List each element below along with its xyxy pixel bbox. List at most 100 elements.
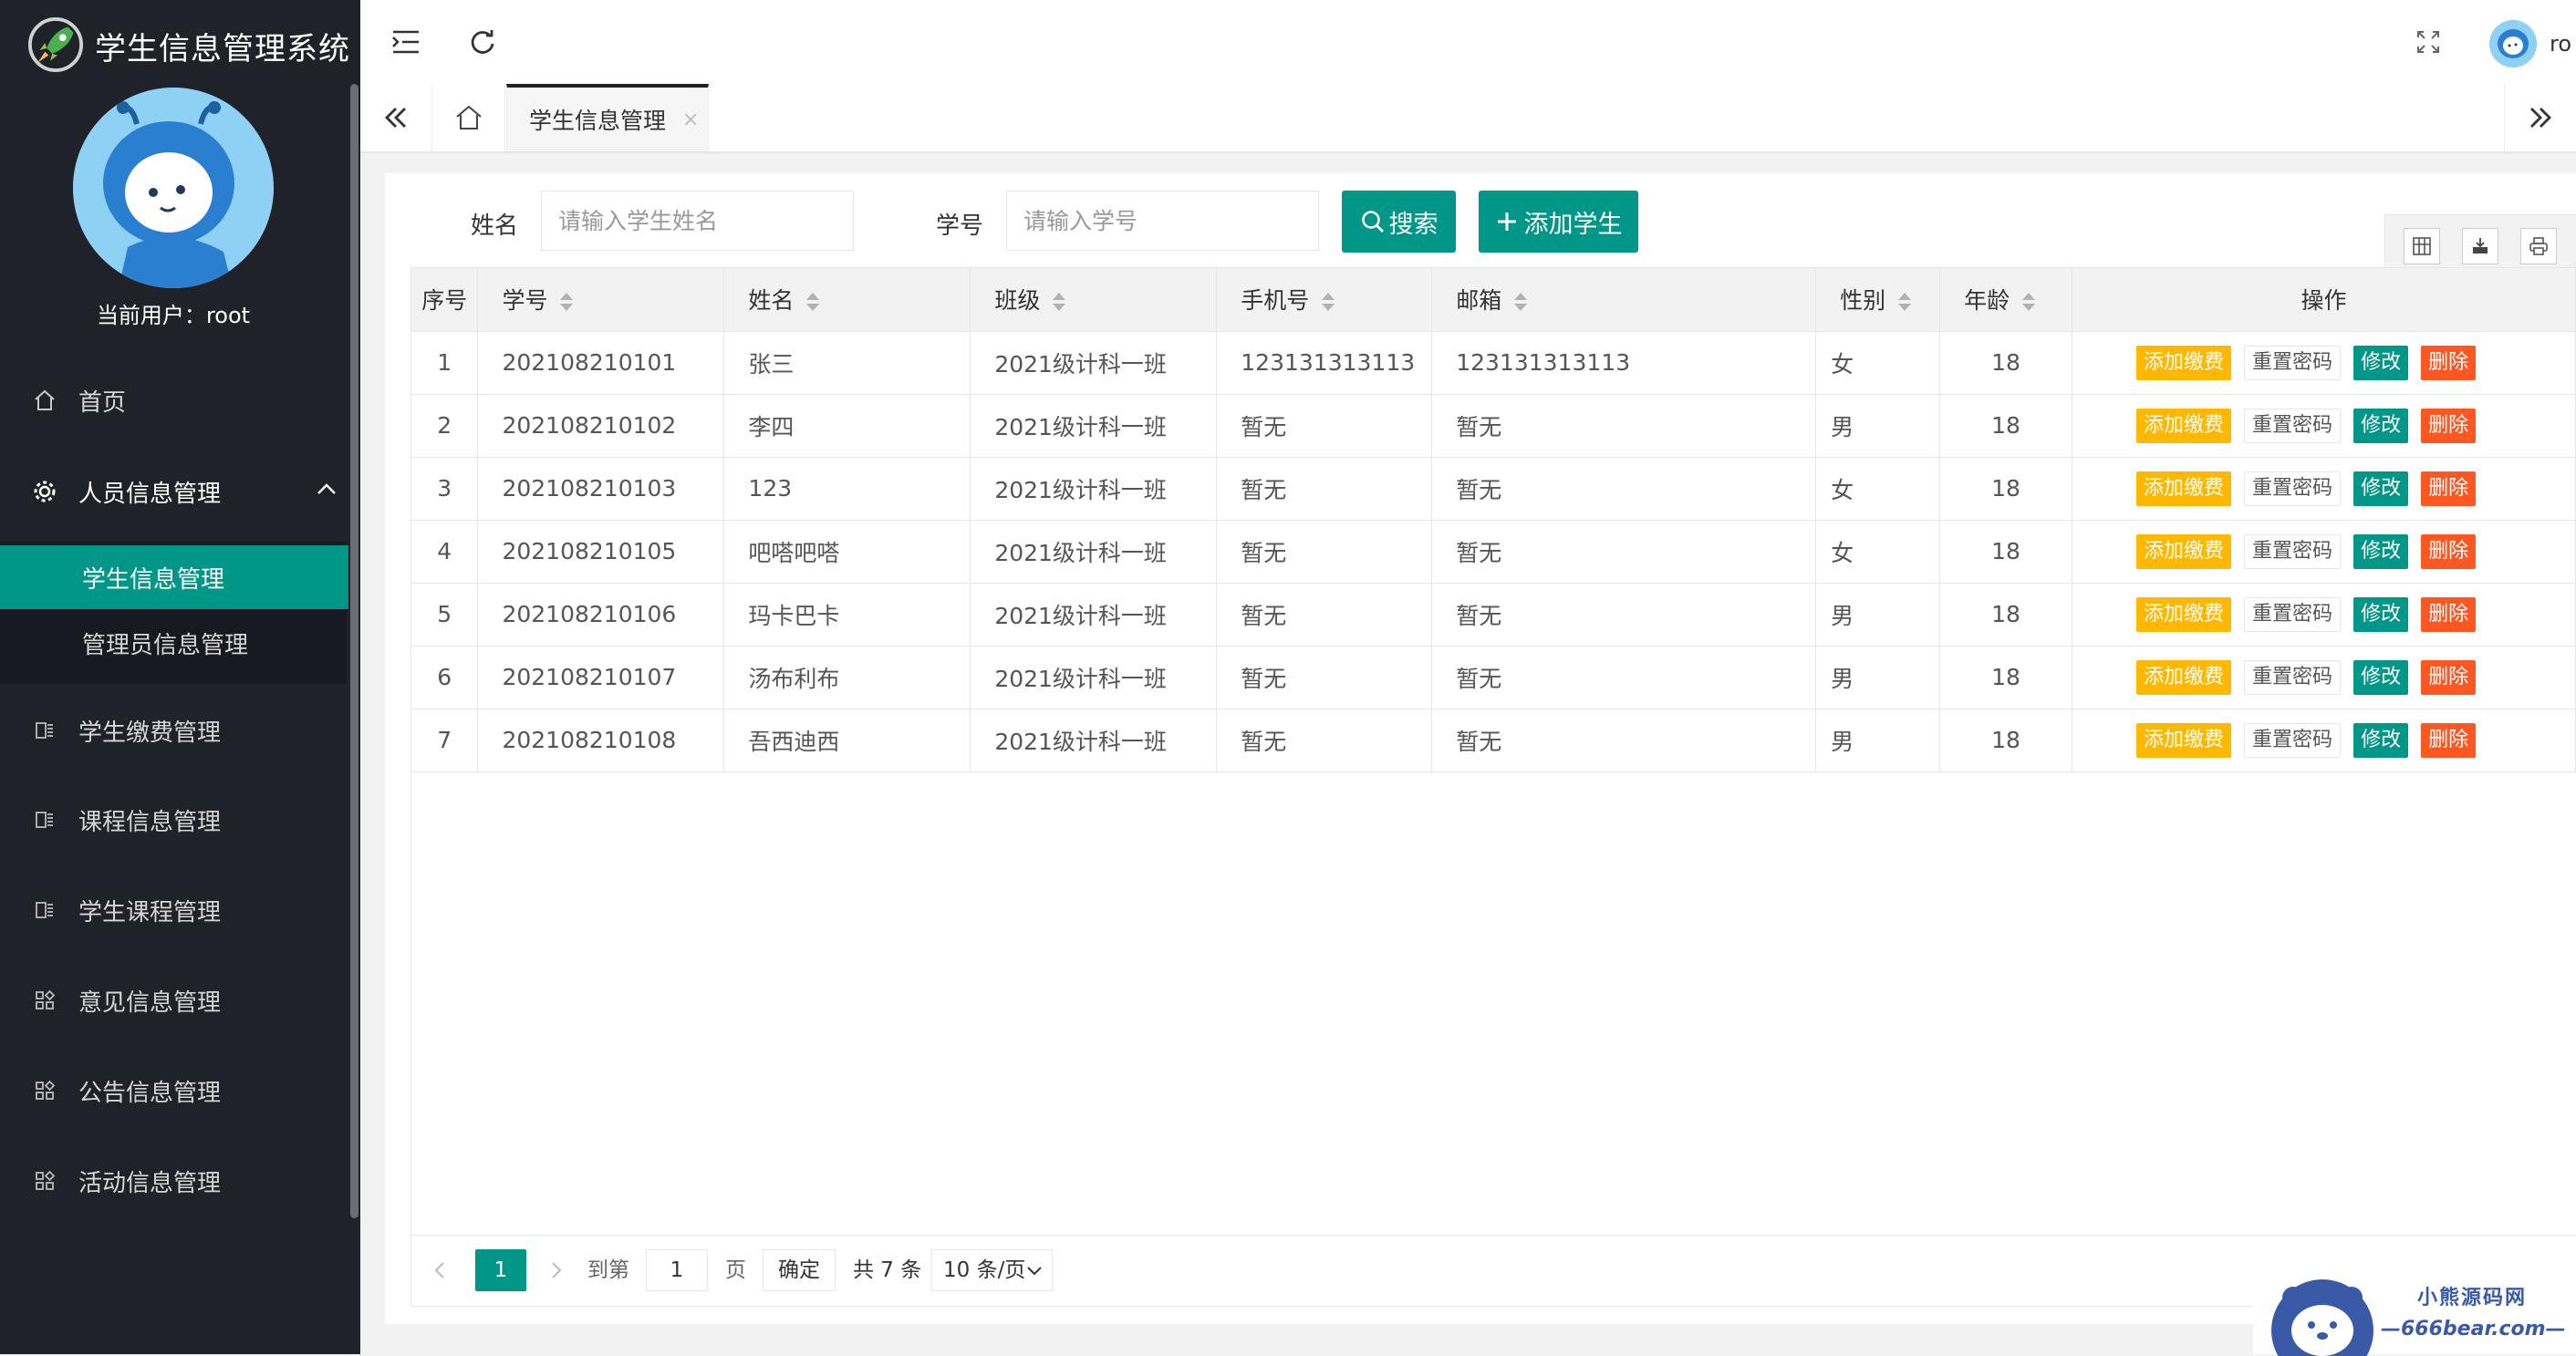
sort-icon[interactable] — [1898, 292, 1912, 312]
add-payment-button[interactable]: 添加缴费 — [2136, 659, 2232, 695]
sort-icon[interactable] — [560, 292, 574, 312]
cell-gender: 男 — [1815, 394, 1941, 458]
add-payment-button[interactable]: 添加缴费 — [2136, 345, 2232, 380]
logo-bar: 学生信息管理系统 — [0, 0, 360, 84]
page-size-select[interactable]: 10 条/页 — [931, 1249, 1053, 1291]
reset-password-button[interactable]: 重置密码 — [2244, 722, 2342, 758]
cell-email: 暂无 — [1431, 457, 1817, 521]
column-filter-button[interactable] — [2404, 228, 2440, 264]
sidebar-item-fees[interactable]: 学生缴费管理 — [0, 686, 347, 775]
sort-icon[interactable] — [1514, 292, 1528, 312]
sidebar-item-student-courses[interactable]: 学生课程管理 — [0, 865, 347, 955]
table-row[interactable]: 1 202108210101 张三 2021级计科一班 123131313113 1231… — [411, 331, 2576, 395]
print-button[interactable] — [2520, 228, 2557, 264]
table-row[interactable]: 6 202108210107 汤布利布 2021级计科一班 暂无 暂无男 18 添加缴费 重置密… — [411, 646, 2576, 709]
next-page-icon[interactable] — [548, 1249, 565, 1291]
col-header-phone[interactable]: 手机号 — [1216, 268, 1433, 332]
cell-email: 暂无 — [1431, 646, 1817, 709]
add-payment-button[interactable]: 添加缴费 — [2136, 408, 2232, 443]
cell-student-id: 202108210102 — [477, 394, 725, 458]
row-actions: 添加缴费 重置密码 修改 删除 — [2072, 471, 2574, 506]
fullscreen-button[interactable] — [2410, 24, 2446, 60]
reset-password-button[interactable]: 重置密码 — [2244, 345, 2342, 380]
current-user-label: 当前用户： — [96, 303, 206, 328]
add-payment-button[interactable]: 添加缴费 — [2136, 596, 2232, 632]
delete-button[interactable]: 删除 — [2421, 408, 2477, 443]
sidebar-item-courses[interactable]: 课程信息管理 — [0, 775, 347, 864]
delete-button[interactable]: 删除 — [2421, 345, 2477, 380]
edit-button[interactable]: 修改 — [2353, 659, 2409, 695]
scrollbar-thumb[interactable] — [350, 84, 358, 1218]
avatar[interactable] — [73, 88, 274, 288]
chevron-up-icon — [317, 483, 336, 494]
name-search-input[interactable] — [541, 191, 854, 251]
delete-button[interactable]: 删除 — [2421, 659, 2477, 695]
goto-confirm-button[interactable]: 确定 — [763, 1249, 836, 1291]
double-chevron-right-icon — [2530, 108, 2551, 128]
table-row[interactable]: 5 202108210106 玛卡巴卡 2021级计科一班 暂无 暂无男 18 添加缴费 重置密… — [411, 583, 2576, 647]
user-avatar[interactable] — [2489, 20, 2537, 67]
table-row[interactable]: 2 202108210102 李四 2021级计科一班 暂无 暂无男 18 添加缴费 重置密码修… — [411, 394, 2576, 458]
tab-student-info[interactable]: 学生信息管理 × — [506, 84, 709, 151]
sidebar-item-personnel[interactable]: 人员信息管理 — [0, 447, 347, 536]
sidebar-scrollbar[interactable] — [348, 84, 360, 1354]
edit-button[interactable]: 修改 — [2353, 596, 2409, 632]
sidebar-item-notices[interactable]: 公告信息管理 — [0, 1046, 347, 1135]
cell-phone: 123131313113 — [1216, 331, 1433, 395]
search-button[interactable]: 搜索 — [1342, 191, 1456, 253]
edit-button[interactable]: 修改 — [2353, 533, 2409, 569]
edit-button[interactable]: 修改 — [2353, 722, 2409, 758]
sort-icon[interactable] — [2022, 292, 2036, 312]
tab-scroll-right-button[interactable] — [2504, 84, 2576, 151]
sort-icon[interactable] — [1322, 292, 1335, 312]
col-header-student-id[interactable]: 学号 — [477, 268, 725, 332]
table-row[interactable]: 4 202108210105 吧嗒吧嗒 2021级计科一班 暂无 暂无女 18 添加缴费 重置密… — [411, 520, 2576, 584]
col-header-gender[interactable]: 性别 — [1815, 268, 1941, 332]
sidebar-item-activities[interactable]: 活动信息管理 — [0, 1136, 347, 1226]
delete-button[interactable]: 删除 — [2421, 722, 2477, 758]
sort-icon[interactable] — [1053, 292, 1066, 312]
sort-icon[interactable] — [806, 292, 820, 312]
sidebar: 学生信息管理系统 当前用户：root 首页 人员信息管理 学生信息管理 管理员信… — [0, 0, 360, 1354]
double-chevron-left-icon — [385, 108, 406, 128]
cell-student-id: 202108210107 — [477, 646, 725, 709]
edit-button[interactable]: 修改 — [2353, 471, 2409, 506]
col-header-email[interactable]: 邮箱 — [1431, 268, 1817, 332]
student-id-search-input[interactable] — [1006, 191, 1319, 251]
table-row[interactable]: 7 202108210108 吾西迪西 2021级计科一班 暂无 暂无男 18 添加缴费 重置密… — [411, 709, 2576, 772]
add-payment-button[interactable]: 添加缴费 — [2136, 533, 2232, 569]
edit-button[interactable]: 修改 — [2353, 408, 2409, 443]
reset-password-button[interactable]: 重置密码 — [2244, 596, 2342, 632]
col-header-class[interactable]: 班级 — [970, 268, 1218, 332]
goto-page-input[interactable]: 1 — [646, 1249, 708, 1291]
sidebar-item-feedback[interactable]: 意见信息管理 — [0, 956, 347, 1045]
reset-password-button[interactable]: 重置密码 — [2244, 533, 2342, 569]
add-student-button[interactable]: 添加学生 — [1479, 191, 1638, 253]
edit-button[interactable]: 修改 — [2353, 345, 2409, 380]
tab-close-icon[interactable]: × — [682, 109, 699, 131]
header-user-name[interactable]: ro — [2550, 31, 2571, 57]
export-button[interactable] — [2462, 228, 2498, 264]
collapse-menu-button[interactable] — [388, 24, 424, 60]
col-header-name[interactable]: 姓名 — [723, 268, 971, 332]
col-header-age[interactable]: 年龄 — [1939, 268, 2073, 332]
tab-home[interactable] — [433, 84, 505, 151]
table-row[interactable]: 3 202108210103 123 2021级计科一班 暂无 暂无女 18 添加缴费 重置密码… — [411, 457, 2576, 521]
page-button-current[interactable]: 1 — [475, 1249, 526, 1291]
reset-password-button[interactable]: 重置密码 — [2244, 408, 2342, 443]
delete-button[interactable]: 删除 — [2421, 533, 2477, 569]
reset-password-button[interactable]: 重置密码 — [2244, 659, 2342, 695]
reset-password-button[interactable]: 重置密码 — [2244, 471, 2342, 506]
sidebar-subitem-admin-info[interactable]: 管理员信息管理 — [0, 611, 348, 675]
cell-student-id: 202108210101 — [477, 331, 725, 395]
tab-scroll-left-button[interactable] — [360, 84, 432, 151]
delete-button[interactable]: 删除 — [2421, 596, 2477, 632]
sidebar-item-home[interactable]: 首页 — [0, 356, 347, 445]
add-payment-button[interactable]: 添加缴费 — [2136, 722, 2232, 758]
sidebar-subitem-student-info[interactable]: 学生信息管理 — [0, 545, 348, 609]
prev-page-icon[interactable] — [431, 1249, 448, 1291]
cell-age: 18 — [1939, 331, 2073, 395]
delete-button[interactable]: 删除 — [2421, 471, 2477, 506]
add-payment-button[interactable]: 添加缴费 — [2136, 471, 2232, 506]
refresh-button[interactable] — [464, 24, 501, 60]
